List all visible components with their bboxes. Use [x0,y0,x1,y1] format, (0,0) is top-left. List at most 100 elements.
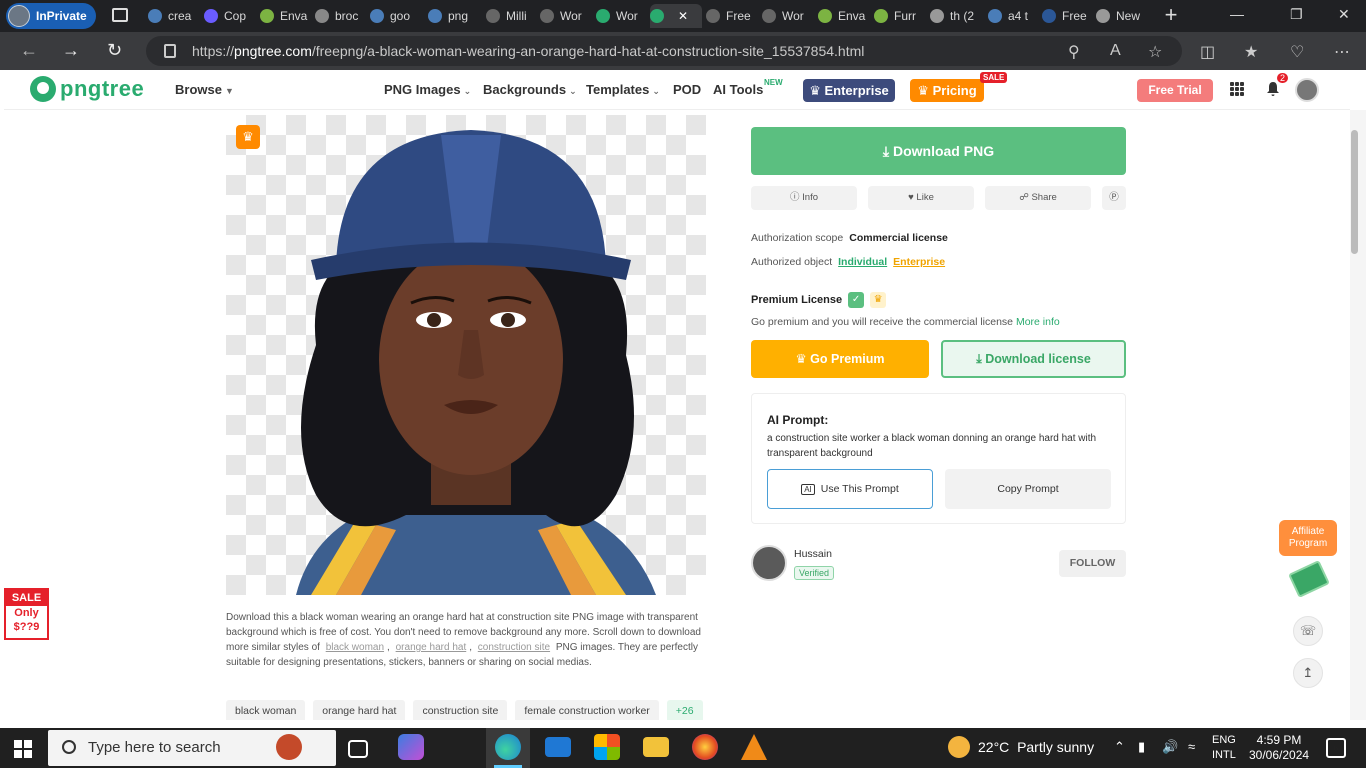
copy-prompt-button[interactable]: Copy Prompt [945,469,1111,509]
pinterest-button[interactable]: Ⓟ [1102,186,1126,210]
author-avatar[interactable] [751,545,787,581]
download-png-button[interactable]: ⤓ Download PNG [751,127,1126,175]
desc-link-black-woman[interactable]: black woman [326,642,384,653]
back-to-top-icon[interactable]: ↥ [1293,658,1323,688]
nav-pod[interactable]: POD [673,82,701,97]
maximize-icon[interactable]: ❐ [1290,6,1303,23]
close-tab-icon[interactable]: ✕ [678,9,688,23]
edge-browser-icon[interactable] [495,734,521,760]
download-license-button[interactable]: ⤓ Download license [941,340,1126,378]
mail-icon[interactable] [545,737,571,757]
nav-browse[interactable]: Browse ▼ [175,82,234,97]
use-this-prompt-button[interactable]: AI Use This Prompt [767,469,933,509]
refresh-icon[interactable]: ↻ [107,40,122,61]
firefox-icon[interactable] [692,734,718,760]
enterprise-button[interactable]: ♛ Enterprise [803,79,895,102]
start-button[interactable] [14,740,32,758]
browser-tab[interactable]: th (2 [930,4,980,28]
inprivate-button[interactable]: InPrivate [6,3,96,29]
apps-grid-icon[interactable] [1230,82,1244,96]
battery-icon[interactable]: ▮ [1138,739,1145,755]
browser-tab[interactable]: Milli [486,4,536,28]
browser-tab[interactable]: Wor [762,4,812,28]
read-aloud-icon[interactable]: A [1110,42,1121,60]
weather-widget[interactable]: 22°C Partly sunny [948,736,1094,758]
browser-tab[interactable]: Free [706,4,756,28]
browser-tab[interactable]: Furr [874,4,924,28]
more-info-link[interactable]: More info [1016,316,1060,328]
vlc-icon[interactable] [741,734,767,760]
tag-construction-site[interactable]: construction site [413,700,508,720]
nav-backgrounds-label: Backgrounds [483,82,567,97]
split-screen-icon[interactable]: ◫ [1200,42,1215,62]
copilot-icon[interactable] [398,734,424,760]
volume-icon[interactable]: 🔊 [1162,739,1178,755]
tab-actions-icon[interactable] [112,8,128,22]
png-preview-image[interactable]: ♛ [226,115,706,595]
desc-link-construction-site[interactable]: construction site [478,642,550,653]
store-icon[interactable] [594,734,620,760]
browser-tab[interactable]: Wor [596,4,646,28]
browser-tab[interactable]: goo [370,4,420,28]
notification-center-icon[interactable]: 6 [1326,738,1346,758]
lock-icon[interactable] [164,44,176,58]
go-premium-button[interactable]: ♛ Go Premium [751,340,929,378]
browser-tab[interactable]: broc [315,4,365,28]
sale-promo-box[interactable]: SALE Only $??9 [4,588,49,640]
support-headset-icon[interactable]: ☏ [1293,616,1323,646]
back-icon[interactable]: ← [20,40,38,61]
scrollbar-thumb[interactable] [1351,130,1358,254]
tag-female-construction-worker[interactable]: female construction worker [515,700,659,720]
nav-backgrounds[interactable]: Backgrounds ⌄ [483,82,577,97]
browser-tab[interactable]: Enva [818,4,868,28]
wifi-icon[interactable]: ≈ [1188,739,1195,754]
favorite-star-icon[interactable]: ☆ [1148,42,1162,62]
affiliate-program-button[interactable]: Affiliate Program [1279,520,1337,556]
new-tab-button[interactable]: + [1162,4,1180,26]
pricing-button[interactable]: ♛ Pricing [910,79,984,102]
favorites-icon[interactable]: ★ [1244,42,1258,62]
like-button[interactable]: ♥ Like [868,186,974,210]
free-trial-button[interactable]: Free Trial [1137,79,1213,102]
browser-tab[interactable]: Wor [540,4,590,28]
browser-tab[interactable]: png [428,4,478,28]
nav-ai-tools[interactable]: AI Tools [713,82,763,97]
author-name[interactable]: Hussain [794,548,832,560]
pinterest-icon: Ⓟ [1109,192,1119,203]
share-button[interactable]: ☍ Share [985,186,1091,210]
nav-templates[interactable]: Templates ⌄ [586,82,660,97]
follow-button[interactable]: FOLLOW [1059,550,1126,577]
health-icon[interactable]: ♡ [1290,42,1304,62]
browser-tab[interactable]: a4 t [988,4,1038,28]
browser-tab[interactable]: Enva [260,4,310,28]
more-menu-icon[interactable]: ⋯ [1334,42,1350,62]
url-field[interactable]: https://pngtree.com/freepng/a-black-woma… [146,36,1182,66]
browser-tab[interactable]: ✕ [650,4,702,28]
enterprise-link[interactable]: Enterprise [893,256,945,268]
individual-link[interactable]: Individual [838,256,887,268]
tags-more-button[interactable]: +26 [666,700,703,720]
task-view-icon[interactable] [348,740,368,758]
tag-black-woman[interactable]: black woman [226,700,306,720]
clock[interactable]: 4:59 PM 30/06/2024 [1249,733,1309,763]
forward-icon[interactable]: → [62,40,80,61]
desc-link-orange-hard-hat[interactable]: orange hard hat [396,642,467,653]
nav-png-images[interactable]: PNG Images ⌄ [384,82,471,97]
user-avatar[interactable] [1295,78,1319,102]
temperature: 22°C [978,739,1010,755]
file-explorer-icon[interactable] [643,737,669,757]
tag-orange-hard-hat[interactable]: orange hard hat [313,700,406,720]
browser-tab[interactable]: Cop [204,4,254,28]
chevron-up-icon[interactable]: ⌃ [1114,739,1125,755]
minimize-icon[interactable]: — [1230,6,1244,22]
close-window-icon[interactable]: ✕ [1338,6,1350,23]
bell-icon[interactable] [1266,81,1280,97]
pngtree-logo[interactable]: pngtree [30,76,144,102]
browser-tab[interactable]: New [1096,4,1146,28]
browser-tab[interactable]: Free [1042,4,1092,28]
browser-tab[interactable]: crea [148,4,198,28]
language-indicator[interactable]: ENG INTL [1212,733,1236,763]
info-button[interactable]: ⓘ Info [751,186,857,210]
search-highlight-icon[interactable] [276,734,302,760]
zoom-icon[interactable]: ⚲ [1068,42,1080,62]
